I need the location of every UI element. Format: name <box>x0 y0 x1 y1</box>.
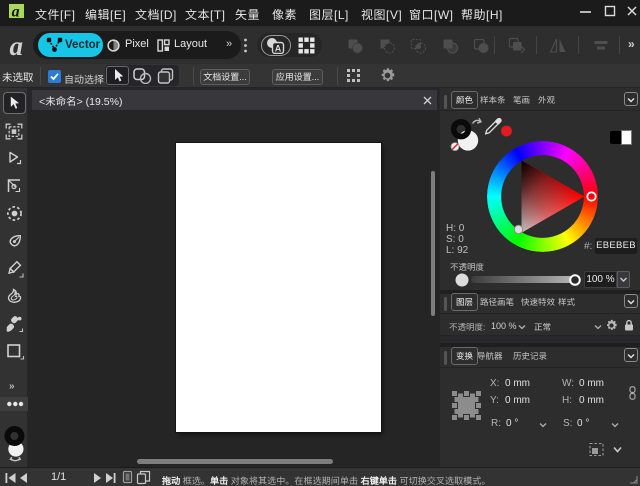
svg-text:A: A <box>275 43 282 53</box>
svg-text:a: a <box>12 4 20 18</box>
svg-text:a: a <box>10 34 24 56</box>
